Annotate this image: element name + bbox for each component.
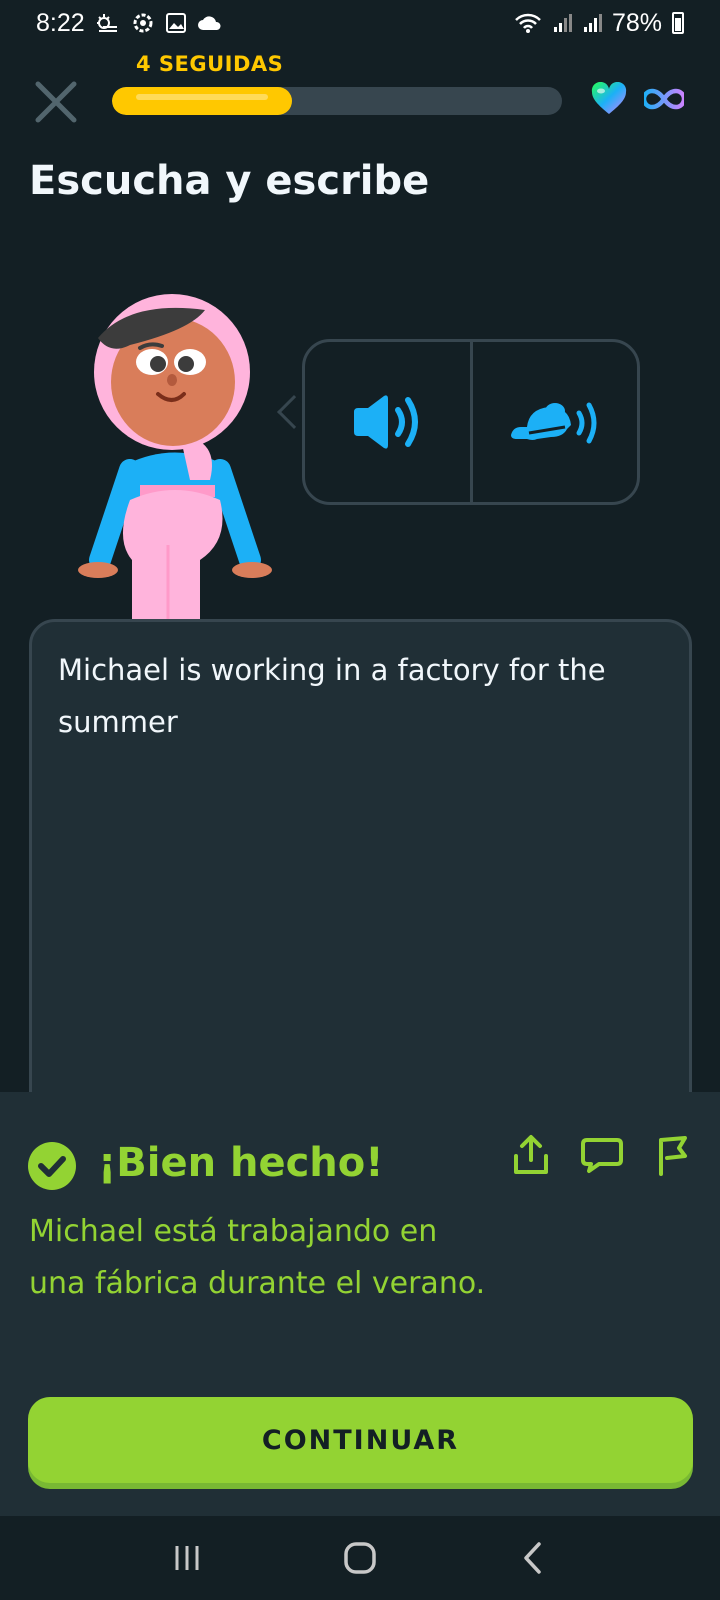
recents-icon bbox=[175, 1546, 199, 1570]
battery-percent: 78% bbox=[611, 8, 662, 37]
close-button[interactable] bbox=[32, 78, 80, 126]
status-time: 8:22 bbox=[36, 8, 85, 37]
infinity-icon bbox=[641, 88, 687, 110]
streak-label: 4 SEGUIDAS bbox=[136, 52, 284, 76]
wifi-icon bbox=[514, 12, 542, 34]
play-slow-audio-button[interactable] bbox=[473, 342, 638, 502]
answer-text[interactable]: Michael is working in a factory for the … bbox=[58, 644, 663, 1114]
play-audio-button[interactable] bbox=[305, 342, 470, 502]
speech-bubble bbox=[302, 339, 640, 505]
heart-icon bbox=[591, 81, 627, 114]
lesson-progress-bar bbox=[112, 87, 562, 115]
home-button[interactable] bbox=[330, 1528, 390, 1588]
image-icon bbox=[165, 12, 187, 34]
speaker-icon bbox=[354, 395, 419, 449]
share-icon bbox=[514, 1135, 548, 1174]
translation-text: Michael está trabajando en una fábrica d… bbox=[29, 1214, 486, 1301]
flag-icon bbox=[659, 1136, 687, 1176]
unlimited-hearts bbox=[641, 88, 687, 114]
close-icon bbox=[35, 81, 77, 123]
weather-icon bbox=[95, 12, 121, 34]
gear-icon bbox=[131, 11, 155, 35]
progress-fill bbox=[112, 87, 292, 115]
recents-button[interactable] bbox=[157, 1528, 217, 1588]
status-right: 78% bbox=[514, 9, 684, 38]
report-button[interactable] bbox=[655, 1134, 691, 1180]
check-icon bbox=[28, 1142, 76, 1190]
hearts-button[interactable] bbox=[590, 81, 628, 120]
back-button[interactable] bbox=[503, 1528, 563, 1588]
continue-button[interactable]: CONTINUAR bbox=[28, 1397, 693, 1483]
share-button[interactable] bbox=[512, 1134, 550, 1180]
cloud-icon bbox=[197, 14, 223, 32]
system-nav-bar bbox=[0, 1516, 720, 1600]
answer-textbox[interactable]: Michael is working in a factory for the … bbox=[29, 619, 692, 1139]
home-icon bbox=[344, 1542, 376, 1574]
signal-icon-2 bbox=[582, 13, 602, 33]
comment-icon bbox=[581, 1138, 623, 1173]
turtle-speaker-icon bbox=[510, 402, 597, 444]
character-illustration bbox=[70, 290, 280, 620]
back-icon bbox=[524, 1542, 542, 1574]
signal-icon bbox=[552, 13, 572, 33]
status-left: 8:22 bbox=[36, 9, 223, 38]
feedback-title: ¡Bien hecho! bbox=[98, 1140, 384, 1186]
status-bar: 8:22 78% bbox=[0, 0, 720, 46]
comment-button[interactable] bbox=[581, 1136, 623, 1178]
battery-icon bbox=[672, 12, 684, 34]
success-badge bbox=[28, 1142, 76, 1194]
page-title: Escucha y escribe bbox=[29, 158, 430, 204]
